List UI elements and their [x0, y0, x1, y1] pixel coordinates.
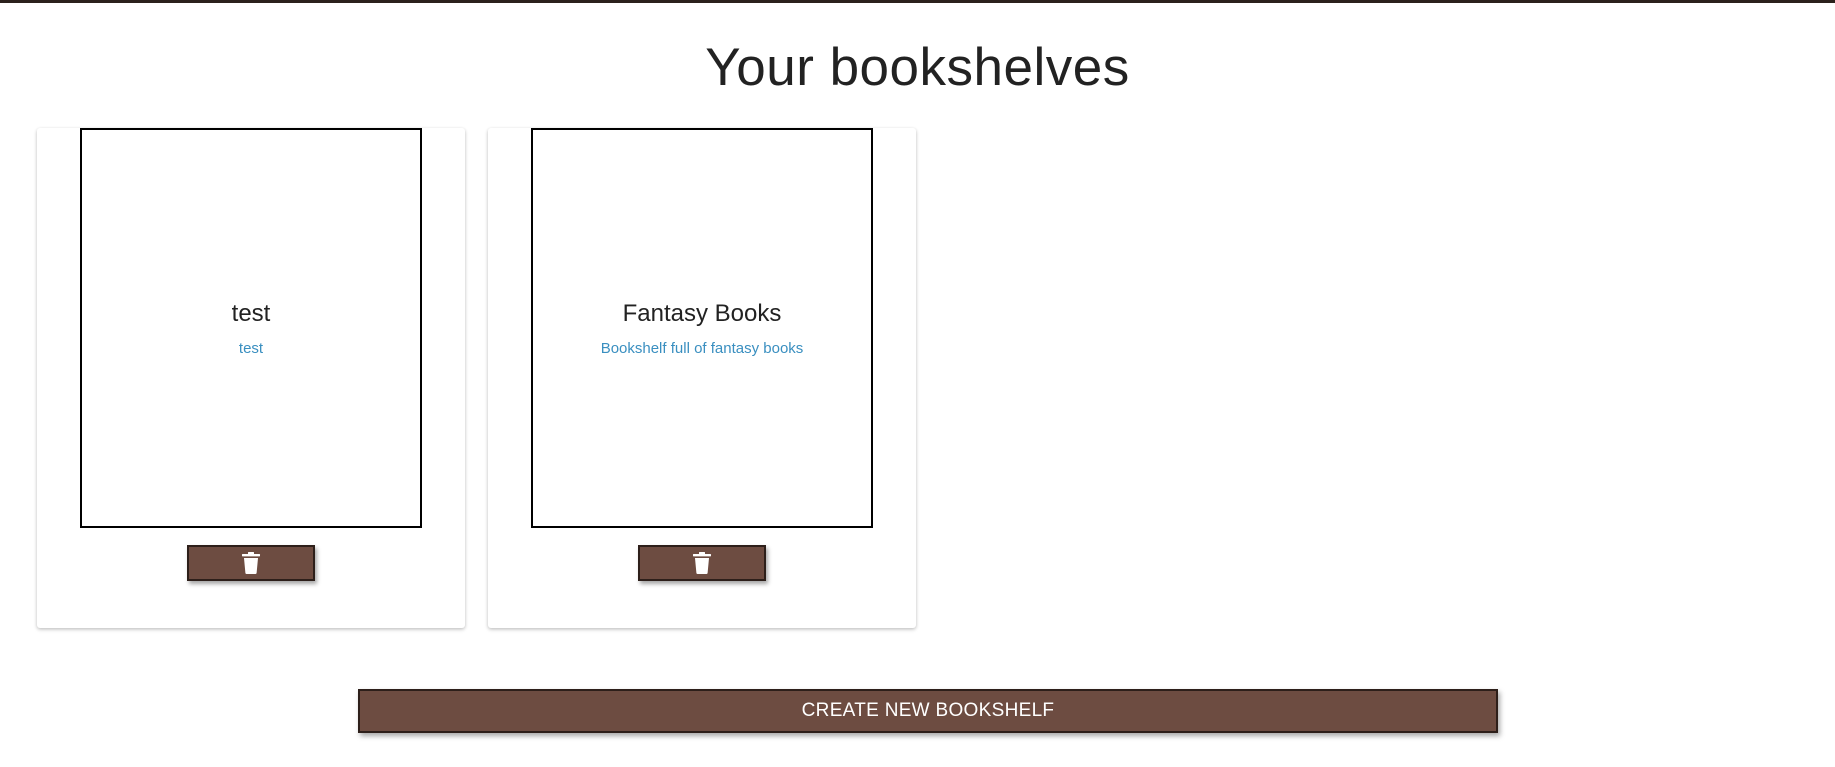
bookshelf-card: Fantasy Books Bookshelf full of fantasy …	[488, 128, 916, 628]
delete-bookshelf-button[interactable]	[187, 545, 315, 581]
bookshelf-description: Bookshelf full of fantasy books	[600, 340, 804, 357]
trash-icon	[693, 552, 711, 574]
page-title: Your bookshelves	[705, 38, 1130, 97]
top-nav-strip	[0, 0, 1835, 3]
bookshelf-cover[interactable]: test test	[80, 128, 422, 528]
bookshelf-name: test	[231, 300, 271, 327]
trash-icon	[242, 552, 260, 574]
bookshelf-description: test	[238, 340, 264, 357]
bookshelf-cover[interactable]: Fantasy Books Bookshelf full of fantasy …	[531, 128, 873, 528]
bookshelf-card: test test	[37, 128, 465, 628]
delete-bookshelf-button[interactable]	[638, 545, 766, 581]
bookshelf-name: Fantasy Books	[622, 300, 782, 327]
create-bookshelf-button[interactable]: CREATE NEW BOOKSHELF	[358, 689, 1498, 733]
